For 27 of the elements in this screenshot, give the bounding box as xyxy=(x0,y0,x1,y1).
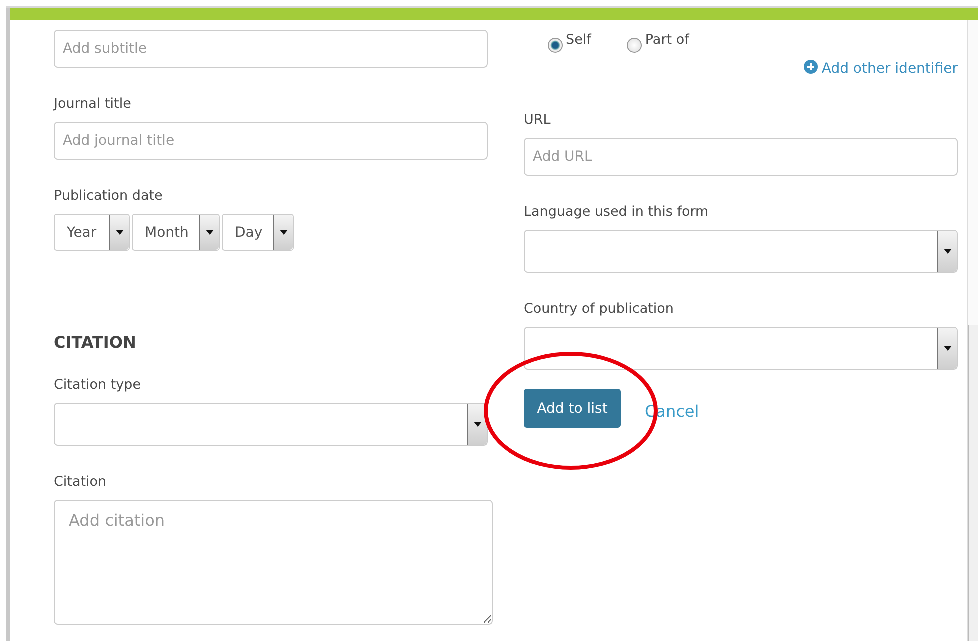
dropdown-value: Month xyxy=(145,224,189,240)
field-label: Citation xyxy=(54,473,108,491)
field-label: Country of publication xyxy=(524,300,675,318)
field-label: Language used in this form xyxy=(524,203,710,221)
dropdown-value: Year xyxy=(67,224,97,240)
text-area[interactable]: Add citation xyxy=(54,500,493,625)
date-dropdown[interactable]: Month xyxy=(132,214,220,251)
dropdown[interactable] xyxy=(524,327,958,370)
radio-label: Self xyxy=(566,32,592,48)
field-label: Journal title xyxy=(54,95,132,113)
date-dropdown[interactable]: Day xyxy=(222,214,294,251)
add-identifier-link[interactable]: Add other identifier xyxy=(804,60,958,78)
scrollbar-thumb[interactable] xyxy=(968,325,978,641)
section-heading: CITATION xyxy=(54,333,138,353)
dropdown-value: Day xyxy=(235,224,263,240)
link-text: Add other identifier xyxy=(822,61,958,77)
field-label: Citation type xyxy=(54,376,142,394)
radio-button[interactable] xyxy=(627,38,642,53)
radio-button[interactable] xyxy=(548,38,563,53)
input-field[interactable]: Add journal title xyxy=(54,122,488,160)
date-dropdown[interactable]: Year xyxy=(54,214,130,251)
input-field[interactable]: Add subtitle xyxy=(54,30,488,68)
field-label: Publication date xyxy=(54,187,164,205)
radio-label: Part of xyxy=(645,32,690,48)
input-field[interactable]: Add URL xyxy=(524,138,958,176)
field-label: URL xyxy=(524,111,552,129)
add-to-list-button[interactable]: Add to list xyxy=(524,389,621,428)
